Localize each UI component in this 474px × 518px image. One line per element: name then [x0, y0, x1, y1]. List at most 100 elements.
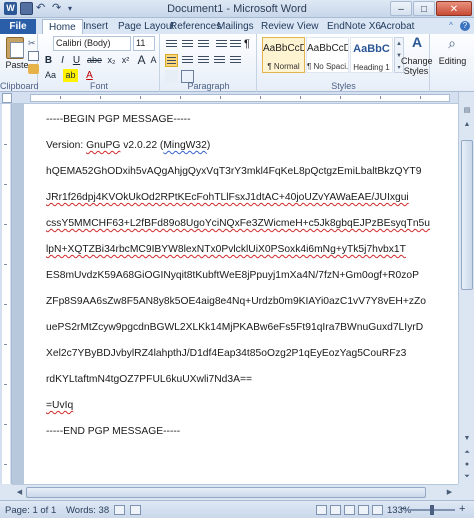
ruler-tick	[420, 96, 421, 99]
scroll-right-icon[interactable]: ▶	[443, 486, 456, 500]
close-button[interactable]: ✕	[436, 1, 472, 16]
doc-line: cssY5MMCHF63+L2fBFd89o8UgoYciNQxFe3ZWicm…	[46, 218, 430, 229]
line-spacing-icon[interactable]	[229, 54, 242, 67]
change-styles-icon: A	[411, 34, 423, 50]
doc-line: -----BEGIN PGP MESSAGE-----	[46, 114, 191, 125]
minimize-ribbon-icon[interactable]: ^	[446, 21, 456, 31]
ruler-toggle-icon[interactable]: ▤	[460, 104, 474, 117]
tab-page-layout[interactable]: Page Layout	[118, 19, 174, 34]
numbering-icon[interactable]	[181, 38, 194, 51]
align-right-icon[interactable]	[197, 54, 210, 67]
tab-references[interactable]: References	[170, 19, 221, 34]
style-sample: AaBbCcDc	[263, 43, 304, 54]
scroll-down-icon[interactable]: ▼	[460, 432, 474, 445]
align-center-icon[interactable]	[181, 54, 194, 67]
justify-icon[interactable]	[213, 54, 226, 67]
ruler-tick	[4, 224, 7, 225]
paste-button[interactable]: Paste	[3, 37, 29, 71]
ribbon-tabs: File Home Insert Page Layout References …	[0, 18, 474, 34]
doc-line: hQEMA52GhODxih5vAQgAhjgQyxVqT3rY3mkl4FqK…	[46, 166, 422, 177]
doc-line: -----END PGP MESSAGE-----	[46, 426, 181, 437]
font-size-dropdown[interactable]: 11	[133, 36, 155, 51]
ruler-tick	[220, 96, 221, 99]
draft-view-icon[interactable]	[372, 505, 383, 515]
paste-label: Paste	[5, 60, 29, 70]
macro-record-icon[interactable]	[130, 505, 141, 515]
horizontal-ruler[interactable]	[0, 92, 474, 104]
format-painter-icon[interactable]	[28, 64, 39, 74]
ribbon-help-area: ^ ?	[446, 21, 470, 31]
tab-selector-button[interactable]	[2, 93, 12, 103]
doc-line: =UvIq	[46, 400, 74, 411]
styles-group: AaBbCcDc ¶ Normal AaBbCcDc ¶ No Spaci...…	[258, 34, 433, 92]
doc-line: lpN+XQTZBi34rbcMC9IBYW8lexNTx0PvlcklUiX0…	[46, 244, 406, 255]
clipboard-group: Paste ✂ Clipboard	[0, 34, 39, 92]
font-name-dropdown[interactable]: Calibri (Body)	[53, 36, 131, 51]
help-icon[interactable]: ?	[460, 21, 470, 31]
doc-line: Xel2c7YByBDJvbylRZ4lahpthJ/D1df4Eap34t85…	[46, 348, 407, 359]
tab-review[interactable]: Review	[261, 19, 294, 34]
increase-indent-icon[interactable]	[229, 38, 242, 51]
vertical-scroll-thumb[interactable]	[461, 140, 473, 290]
font-group-label: Font	[89, 81, 108, 91]
cut-icon[interactable]: ✂	[28, 38, 39, 48]
ruler-tick	[4, 464, 7, 465]
change-styles-button[interactable]: Change Styles	[401, 56, 433, 76]
flagged-word: MingW32	[163, 140, 207, 151]
flagged-word: GnuPG	[86, 140, 121, 151]
vertical-scrollbar[interactable]: ▤ ▲ ▼ ⏶ ● ⏷	[458, 92, 474, 484]
style-name: ¶ No Spaci...	[307, 62, 349, 71]
zoom-in-icon[interactable]: +	[459, 503, 465, 515]
full-screen-reading-view-icon[interactable]	[330, 505, 341, 515]
bold-button[interactable]: B	[42, 54, 55, 67]
vertical-ruler[interactable]	[0, 104, 12, 484]
subscript-button[interactable]: x₂	[105, 54, 118, 67]
shrink-font-button[interactable]: A	[147, 54, 160, 67]
window-controls: – □ ✕	[390, 1, 472, 16]
ruler-tick	[4, 184, 7, 185]
document-area: -----BEGIN PGP MESSAGE----- Version: Gnu…	[12, 104, 458, 484]
next-page-icon[interactable]: ⏷	[460, 470, 474, 483]
scroll-up-icon[interactable]: ▲	[460, 118, 474, 131]
ruler-tick	[260, 96, 261, 99]
doc-line: uePS2rMtZcyw9pgcdnBGWL2XLKk14MjPKABw6eFs…	[46, 322, 424, 333]
horizontal-scrollbar[interactable]: ◀ ▶	[12, 484, 458, 500]
ruler-tick	[4, 144, 7, 145]
tab-view[interactable]: View	[297, 19, 319, 34]
tab-endnote[interactable]: EndNote X6	[327, 19, 381, 34]
style-name: ¶ Normal	[267, 62, 300, 71]
copy-icon[interactable]	[28, 51, 39, 61]
editing-button[interactable]: Editing	[431, 56, 474, 66]
multilevel-list-icon[interactable]	[197, 38, 210, 51]
outline-view-icon[interactable]	[358, 505, 369, 515]
zoom-slider-thumb[interactable]	[430, 505, 434, 515]
superscript-button[interactable]: x²	[119, 54, 132, 67]
style-no-spacing[interactable]: AaBbCcDc ¶ No Spaci...	[306, 37, 349, 73]
tab-insert[interactable]: Insert	[83, 19, 108, 34]
document-page[interactable]: -----BEGIN PGP MESSAGE----- Version: Gnu…	[24, 104, 458, 484]
style-normal[interactable]: AaBbCcDc ¶ Normal	[262, 37, 305, 73]
show-hide-icon[interactable]: ¶	[244, 38, 257, 51]
tab-home[interactable]: Home	[42, 19, 83, 34]
decrease-indent-icon[interactable]	[215, 38, 228, 51]
ruler-track	[2, 104, 10, 484]
strikethrough-button[interactable]: abe	[86, 54, 103, 67]
page-count-status[interactable]: Page: 1 of 1	[5, 505, 56, 516]
proofing-icon[interactable]	[114, 505, 125, 515]
style-heading-1[interactable]: AaBbC Heading 1	[350, 37, 393, 73]
print-layout-view-icon[interactable]	[316, 505, 327, 515]
tab-mailings[interactable]: Mailings	[217, 19, 254, 34]
maximize-button[interactable]: □	[413, 1, 435, 16]
web-layout-view-icon[interactable]	[344, 505, 355, 515]
tab-acrobat[interactable]: Acrobat	[380, 19, 414, 34]
minimize-button[interactable]: –	[390, 1, 412, 16]
tab-file[interactable]: File	[0, 19, 36, 34]
word-count-status[interactable]: Words: 38	[66, 505, 109, 516]
underline-button[interactable]: U	[70, 54, 83, 67]
horizontal-scroll-thumb[interactable]	[26, 487, 426, 498]
bullets-icon[interactable]	[165, 38, 178, 51]
ruler-tick	[140, 96, 141, 99]
align-left-icon[interactable]	[165, 54, 178, 67]
scroll-left-icon[interactable]: ◀	[13, 486, 26, 500]
italic-button[interactable]: I	[56, 54, 69, 67]
